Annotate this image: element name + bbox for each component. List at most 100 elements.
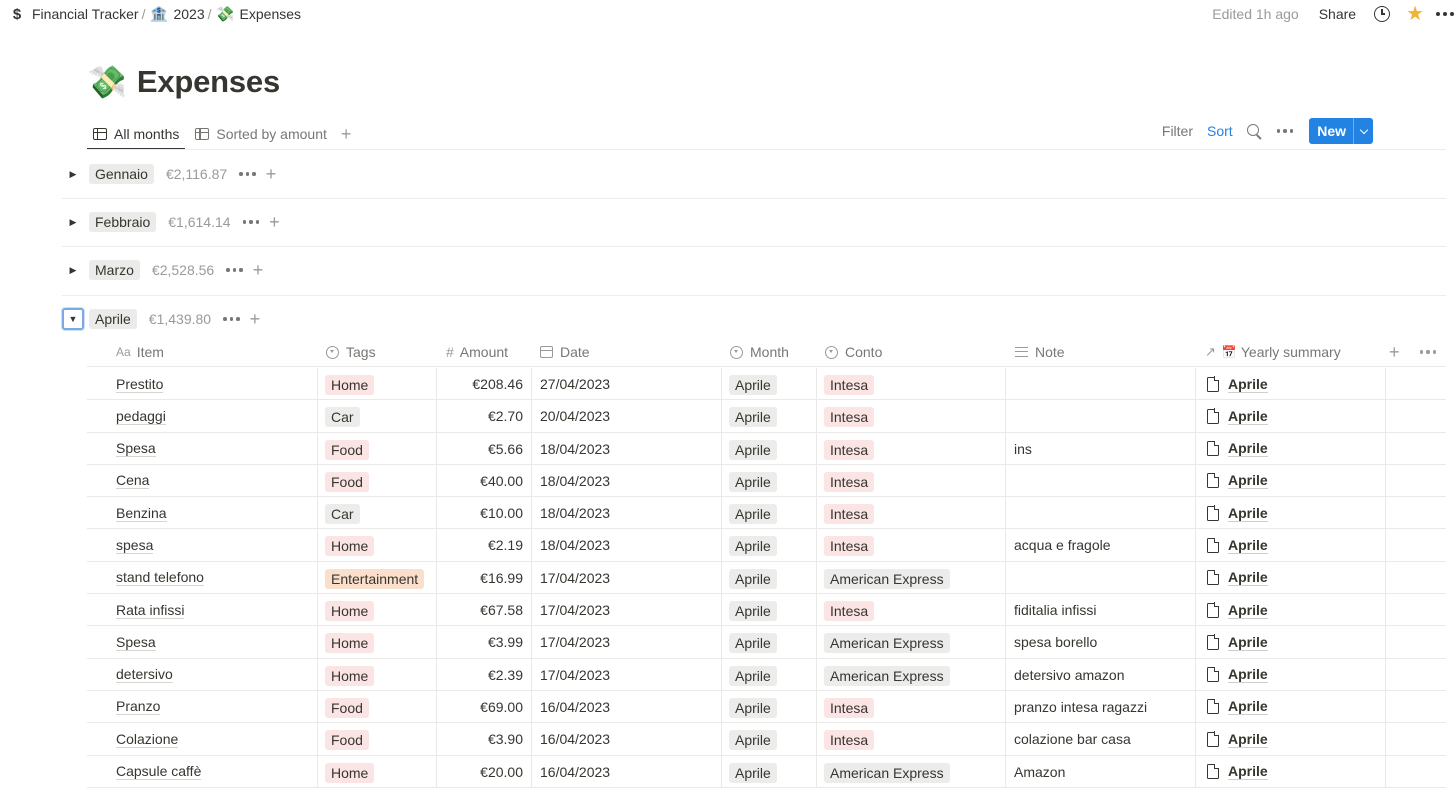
date-cell[interactable]: 18/04/2023 [532,432,722,465]
table-row[interactable]: detersivo Home €2.39 17/04/2023 Aprile Americ… [87,658,1446,691]
table-row[interactable]: Prestito Home €208.46 27/04/2023 Aprile Intes… [87,368,1446,401]
table-row[interactable]: Cena Food €40.00 18/04/2023 Aprile Intesa Apri… [87,464,1446,498]
more-icon[interactable] [226,268,243,272]
date-cell[interactable]: 16/04/2023 [532,755,722,788]
item-cell[interactable]: Prestito [87,368,318,400]
breadcrumb-item-expenses[interactable]: 💸 Expenses [216,5,301,23]
month-cell[interactable]: Aprile [722,497,817,530]
month-cell[interactable]: Aprile [722,723,817,756]
table-row[interactable]: Spesa Food €5.66 18/04/2023 Aprile Intesa ins A… [87,432,1446,465]
table-row[interactable]: Colazione Food €3.90 16/04/2023 Aprile Intesa… [87,723,1446,756]
column-header-note[interactable]: Note [1015,337,1065,367]
tags-cell[interactable]: Food [318,723,437,756]
table-row[interactable]: Capsule caffè Home €20.00 16/04/2023 Aprile A… [87,755,1446,788]
conto-cell[interactable]: American Express [817,626,1006,659]
date-cell[interactable]: 17/04/2023 [532,658,722,691]
yearly-summary-link[interactable]: Aprile [1228,569,1268,587]
yearly-summary-cell[interactable]: Aprile [1196,529,1386,562]
add-icon[interactable]: + [266,165,277,183]
month-cell[interactable]: Aprile [722,368,817,400]
table-row[interactable]: Benzina Car €10.00 18/04/2023 Aprile Intesa Ap… [87,497,1446,530]
column-header-date[interactable]: Date [540,337,590,367]
tags-cell[interactable]: Car [318,400,437,433]
item-cell[interactable]: Spesa [87,432,318,465]
yearly-summary-link[interactable]: Aprile [1228,505,1268,522]
amount-cell[interactable]: €20.00 [437,755,532,788]
conto-cell[interactable]: American Express [817,561,1006,594]
month-cell[interactable]: Aprile [722,594,817,627]
toggle-right-icon[interactable]: ▶ [62,163,84,185]
month-cell[interactable]: Aprile [722,690,817,723]
amount-cell[interactable]: €16.99 [437,561,532,594]
item-cell[interactable]: detersivo [87,658,318,691]
amount-cell[interactable]: €10.00 [437,497,532,530]
month-cell[interactable]: Aprile [722,529,817,562]
yearly-summary-link[interactable]: Aprile [1228,408,1268,425]
item-cell[interactable]: Cena [87,464,318,497]
item-title[interactable]: Capsule caffè [116,763,202,781]
more-icon[interactable] [242,220,260,224]
item-title[interactable]: Prestito [116,376,164,393]
conto-cell[interactable]: Intesa [817,432,1006,465]
date-cell[interactable]: 17/04/2023 [532,561,722,594]
star-icon[interactable]: ★ [1406,4,1424,24]
item-cell[interactable]: Pranzo [87,690,318,723]
amount-cell[interactable]: €2.70 [437,400,532,433]
conto-cell[interactable]: American Express [817,658,1006,691]
yearly-summary-link[interactable]: Aprile [1228,634,1268,651]
note-cell[interactable] [1006,561,1196,594]
month-cell[interactable]: Aprile [722,755,817,788]
yearly-summary-link[interactable]: Aprile [1228,731,1268,748]
yearly-summary-cell[interactable]: Aprile [1196,723,1386,756]
note-cell[interactable]: Amazon [1006,755,1196,788]
amount-cell[interactable]: €2.39 [437,658,532,691]
yearly-summary-link[interactable]: Aprile [1228,537,1268,554]
sort-button[interactable]: Sort [1207,123,1233,139]
yearly-summary-link[interactable]: Aprile [1228,698,1268,716]
tab-sorted-by-amount[interactable]: Sorted by amount [189,118,333,150]
item-title[interactable]: Pranzo [116,698,161,716]
yearly-summary-cell[interactable]: Aprile [1196,432,1386,465]
table-row[interactable]: Rata infissi Home €67.58 17/04/2023 Aprile In… [87,594,1446,627]
date-cell[interactable]: 18/04/2023 [532,497,722,530]
add-icon[interactable]: + [253,261,264,279]
amount-cell[interactable]: €67.58 [437,594,532,627]
item-cell[interactable]: Rata infissi [87,594,318,627]
item-title[interactable]: Colazione [116,731,179,748]
yearly-summary-cell[interactable]: Aprile [1196,658,1386,691]
amount-cell[interactable]: €2.19 [437,529,532,562]
table-row[interactable]: spesa Home €2.19 18/04/2023 Aprile Intesa acqu… [87,529,1446,562]
tags-cell[interactable]: Home [318,368,437,400]
yearly-summary-cell[interactable]: Aprile [1196,400,1386,433]
add-property-icon[interactable]: + [1389,343,1400,361]
yearly-summary-link[interactable]: Aprile [1228,666,1268,684]
date-cell[interactable]: 20/04/2023 [532,400,722,433]
tags-cell[interactable]: Home [318,594,437,627]
toggle-right-icon[interactable]: ▶ [62,259,84,281]
money-with-wings-icon[interactable]: 💸 [87,62,127,102]
conto-cell[interactable]: Intesa [817,594,1006,627]
month-cell[interactable]: Aprile [722,400,817,433]
new-button[interactable]: New [1309,118,1373,144]
note-cell[interactable]: colazione bar casa [1006,723,1196,756]
amount-cell[interactable]: €3.90 [437,723,532,756]
tags-cell[interactable]: Home [318,626,437,659]
month-cell[interactable]: Aprile [722,658,817,691]
column-header-tags[interactable]: Tags [326,337,376,367]
conto-cell[interactable]: American Express [817,755,1006,788]
note-cell[interactable]: pranzo intesa ragazzi [1006,690,1196,723]
date-cell[interactable]: 27/04/2023 [532,368,722,400]
note-cell[interactable] [1006,368,1196,400]
toggle-down-icon[interactable]: ▼ [62,308,84,330]
page-title-text[interactable]: Expenses [137,64,280,100]
column-header-item[interactable]: Aa Item [116,337,164,367]
item-cell[interactable]: Spesa [87,626,318,659]
note-cell[interactable] [1006,464,1196,497]
yearly-summary-cell[interactable]: Aprile [1196,755,1386,788]
item-cell[interactable]: Colazione [87,723,318,756]
date-cell[interactable]: 17/04/2023 [532,626,722,659]
tags-cell[interactable]: Home [318,755,437,788]
item-cell[interactable]: pedaggi [87,400,318,433]
item-title[interactable]: Cena [116,472,150,490]
month-cell[interactable]: Aprile [722,626,817,659]
